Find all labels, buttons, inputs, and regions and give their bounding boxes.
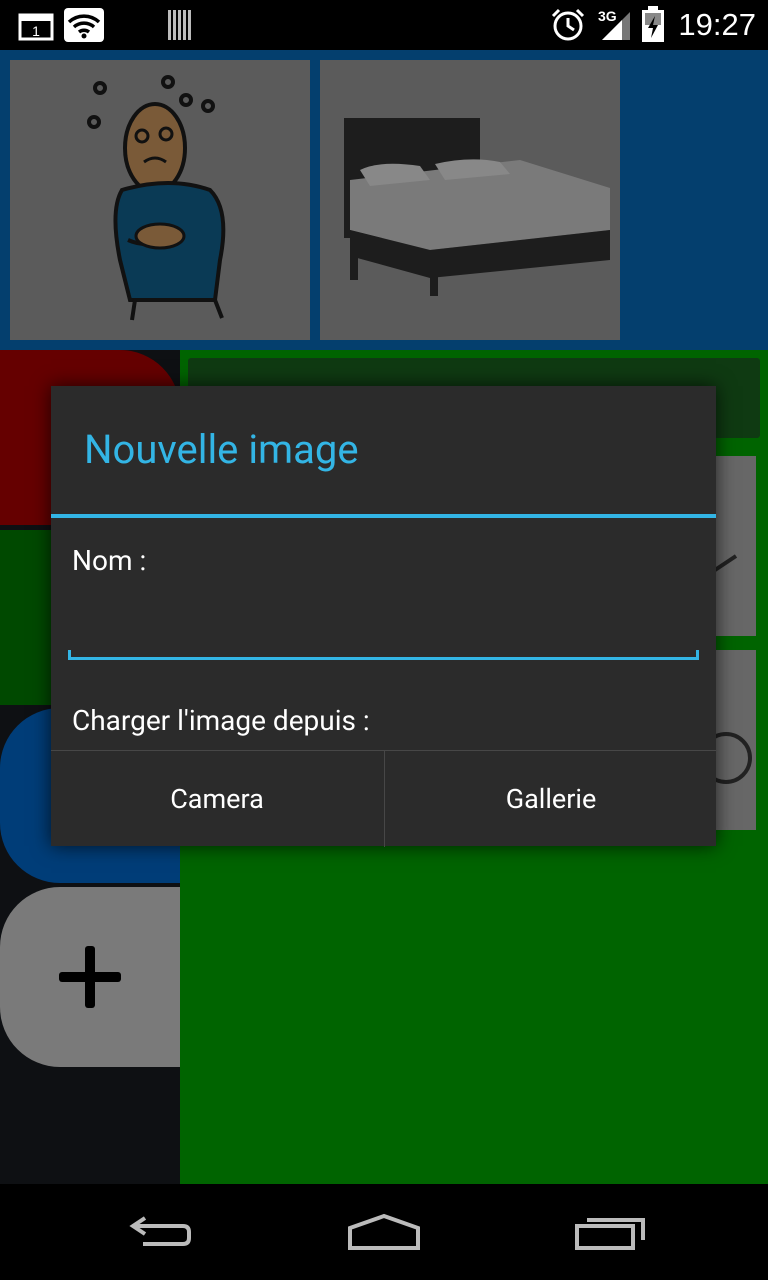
load-from-label: Charger l'image depuis : (72, 704, 370, 737)
camera-button-label: Camera (170, 783, 264, 815)
battery-icon (642, 6, 664, 42)
back-button[interactable] (115, 1206, 205, 1258)
recent-apps-button[interactable] (565, 1206, 655, 1258)
dialog-button-bar: Camera Gallerie (51, 750, 716, 847)
clock: 19:27 (678, 7, 756, 42)
new-image-dialog: Nouvelle image Nom : Charger l'image dep… (51, 386, 716, 847)
status-bar: 1 3G 19:27 (0, 0, 768, 50)
barcode-icon (168, 10, 191, 40)
plus-icon-wrap (0, 887, 180, 1067)
gallery-button[interactable]: Gallerie (384, 751, 717, 847)
home-icon (348, 1213, 420, 1250)
back-icon (129, 1216, 191, 1246)
alarm-icon (551, 8, 585, 41)
gallery-button-label: Gallerie (505, 783, 597, 815)
recent-apps-icon (575, 1218, 645, 1250)
title-divider (51, 514, 716, 518)
camera-button[interactable]: Camera (51, 751, 383, 847)
plus-icon (59, 946, 121, 1008)
navigation-bar (0, 1184, 768, 1280)
wifi-icon (64, 8, 104, 42)
sick-person-image (87, 75, 226, 321)
calendar-icon: 1 (18, 13, 54, 41)
home-button[interactable] (339, 1206, 429, 1258)
signal-icon (602, 12, 630, 40)
svg-text:1: 1 (32, 23, 40, 39)
image-card-bed[interactable] (320, 60, 620, 340)
bed-image (344, 118, 610, 296)
dialog-title: Nouvelle image (84, 426, 359, 473)
image-card-sick-person[interactable] (10, 60, 310, 340)
name-input[interactable] (68, 606, 702, 658)
name-input-underline (68, 650, 699, 660)
name-label: Nom : (72, 544, 147, 577)
selected-images-strip (0, 50, 768, 350)
